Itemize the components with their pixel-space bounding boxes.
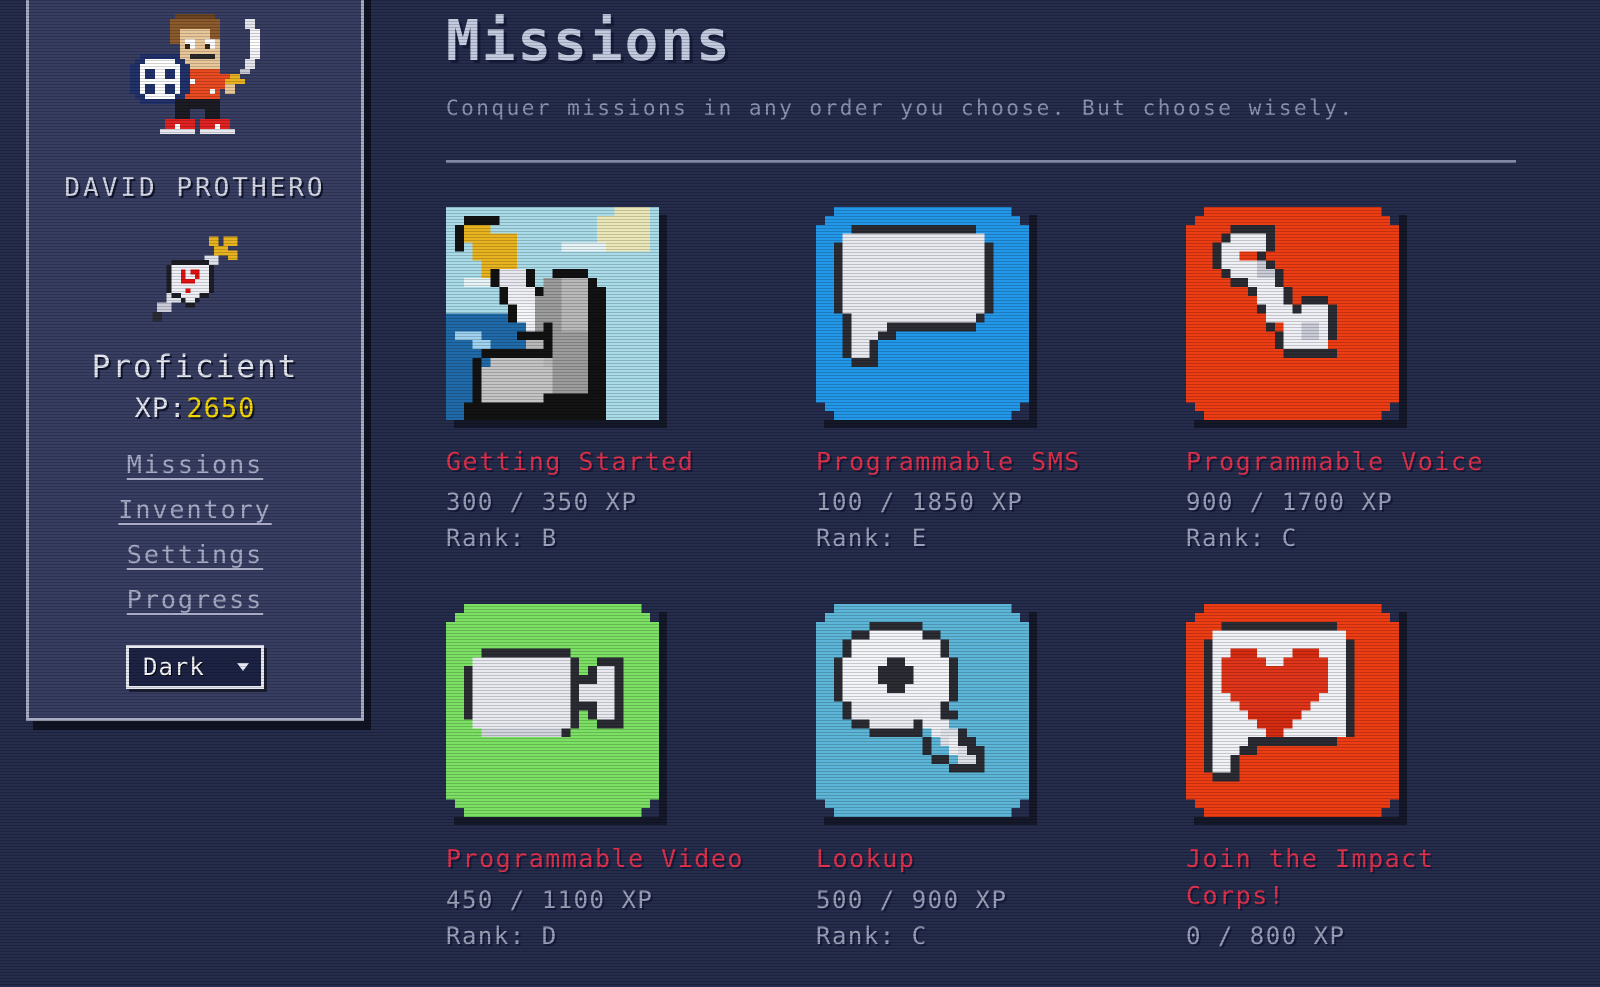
- phone-handset-icon: [1186, 207, 1399, 420]
- main-content: Missions Conquer missions in any order y…: [446, 0, 1566, 987]
- mission-card[interactable]: Programmable Voice 900 / 1700 XP Rank: C: [1186, 207, 1526, 552]
- theme-select-value: Dark: [143, 653, 205, 681]
- mission-card[interactable]: Programmable Video 450 / 1100 XP Rank: D: [446, 604, 786, 958]
- theme-select[interactable]: Dark: [126, 645, 264, 689]
- mission-card[interactable]: Lookup 500 / 900 XP Rank: C: [816, 604, 1156, 958]
- mission-card[interactable]: Programmable SMS 100 / 1850 XP Rank: E: [816, 207, 1156, 552]
- sidebar-item-inventory[interactable]: Inventory: [118, 495, 271, 524]
- heart-speech-bubble-icon: [1186, 604, 1399, 818]
- mission-xp: 100 / 1850 XP: [816, 488, 1024, 517]
- mission-rank: Rank: B: [446, 524, 558, 553]
- xp-value: 2650: [186, 393, 256, 424]
- sidebar-nav: Missions Inventory Settings Progress: [118, 450, 271, 614]
- mission-card[interactable]: Join the Impact Corps! 0 / 800 XP: [1186, 604, 1526, 958]
- mission-title: Programmable SMS: [816, 447, 1081, 476]
- chevron-down-icon: [237, 663, 249, 671]
- pixel-hero-avatar: [120, 9, 270, 149]
- mission-title: Programmable Voice: [1186, 447, 1484, 476]
- sidebar-item-progress[interactable]: Progress: [127, 585, 263, 614]
- mission-xp: 300 / 350 XP: [446, 488, 638, 517]
- page-title: Missions: [446, 9, 732, 74]
- mission-title: Lookup: [816, 844, 916, 874]
- sidebar-item-missions[interactable]: Missions: [127, 450, 263, 479]
- mission-rank: Rank: E: [816, 524, 928, 553]
- mission-rank: Rank: C: [1186, 524, 1298, 553]
- mission-rank: Rank: C: [816, 921, 928, 950]
- mission-title: Join the Impact Corps!: [1186, 844, 1435, 910]
- sidebar: DAVID PROTHERO Proficient XP:2650 Missio…: [26, 0, 364, 721]
- mission-card[interactable]: Getting Started 300 / 350 XP Rank: B: [446, 207, 786, 552]
- rank-title: Proficient: [91, 349, 299, 385]
- xp-label: XP:: [134, 393, 187, 424]
- missions-grid: Getting Started 300 / 350 XP Rank: B Pro…: [446, 207, 1566, 958]
- sword-and-shield-icon: [143, 225, 247, 333]
- page-subtitle: Conquer missions in any order you choose…: [446, 96, 1355, 120]
- speech-bubble-icon: [816, 207, 1029, 420]
- mission-xp: 900 / 1700 XP: [1186, 488, 1394, 517]
- xp-display: XP:2650: [135, 393, 256, 424]
- mission-xp: 500 / 900 XP: [816, 885, 1008, 914]
- mission-title: Getting Started: [446, 447, 695, 476]
- video-camera-icon: [446, 604, 659, 818]
- player-name: DAVID PROTHERO: [64, 173, 326, 203]
- magnifying-glass-icon: [816, 604, 1029, 818]
- mission-title: Programmable Video: [446, 844, 744, 874]
- mission-rank: Rank: D: [446, 921, 558, 950]
- divider: [446, 160, 1516, 163]
- sidebar-item-settings[interactable]: Settings: [127, 540, 263, 569]
- mission-xp: 450 / 1100 XP: [446, 885, 654, 914]
- mission-xp: 0 / 800 XP: [1186, 921, 1346, 950]
- sword-in-stone-icon: [446, 207, 659, 420]
- app-root: DAVID PROTHERO Proficient XP:2650 Missio…: [0, 0, 1600, 987]
